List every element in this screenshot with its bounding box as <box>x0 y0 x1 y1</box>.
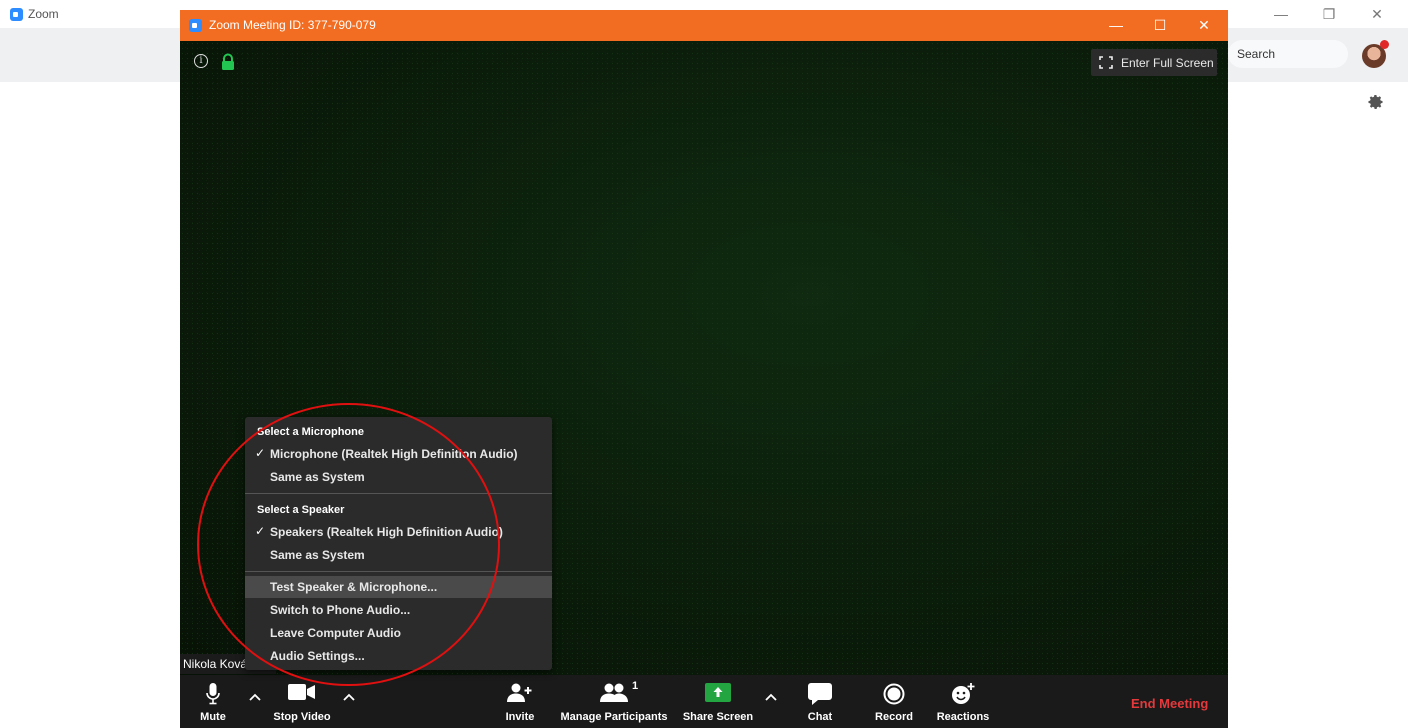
fullscreen-icon <box>1099 56 1113 69</box>
menu-item-speakers-realtek[interactable]: ✓ Speakers (Realtek High Definition Audi… <box>245 521 552 543</box>
menu-divider <box>245 571 552 572</box>
chat-label: Chat <box>807 711 833 723</box>
info-icon[interactable]: i <box>194 54 208 68</box>
menu-item-label: Audio Settings... <box>270 649 365 663</box>
zoom-app-icon <box>10 8 23 21</box>
stop-video-button[interactable]: Stop Video <box>265 675 339 728</box>
mute-button[interactable]: Mute <box>186 675 240 728</box>
meeting-titlebar: Zoom Meeting ID: 377-790-079 — ☐ ✕ <box>180 10 1228 41</box>
checkmark-icon: ✓ <box>255 524 266 538</box>
menu-item-label: Switch to Phone Audio... <box>270 603 411 617</box>
enter-full-screen-button[interactable]: Enter Full Screen <box>1091 49 1217 76</box>
manage-participants-button[interactable]: Manage Participants <box>556 675 672 728</box>
search-placeholder: Search <box>1237 47 1276 61</box>
meeting-maximize-button[interactable]: ☐ <box>1142 14 1178 36</box>
stop-video-label: Stop Video <box>273 711 331 723</box>
menu-item-audio-settings[interactable]: Audio Settings... <box>245 645 552 667</box>
menu-item-label: Test Speaker & Microphone... <box>270 580 438 594</box>
restore-button[interactable]: ❐ <box>1314 4 1344 24</box>
lock-icon[interactable] <box>220 53 236 71</box>
share-options-caret-icon[interactable] <box>763 689 779 705</box>
record-button[interactable]: Record <box>872 675 916 728</box>
end-meeting-button[interactable]: End Meeting <box>1131 696 1208 711</box>
close-button[interactable]: ✕ <box>1362 4 1392 24</box>
menu-item-switch-to-phone-audio[interactable]: Switch to Phone Audio... <box>245 599 552 621</box>
invite-button[interactable]: Invite <box>498 675 542 728</box>
zoom-app-icon <box>189 19 202 32</box>
record-label: Record <box>875 711 913 723</box>
menu-item-speaker-same-as-system[interactable]: Same as System <box>245 544 552 566</box>
enter-full-screen-label: Enter Full Screen <box>1121 56 1214 70</box>
minimize-button[interactable]: — <box>1266 4 1296 24</box>
microphone-section-header: Select a Microphone <box>257 426 364 438</box>
menu-item-leave-computer-audio[interactable]: Leave Computer Audio <box>245 622 552 644</box>
manage-participants-label: Manage Participants <box>560 711 668 723</box>
audio-options-menu: Select a Microphone ✓ Microphone (Realte… <box>245 417 552 670</box>
participants-icon <box>600 683 628 702</box>
menu-item-microphone-realtek[interactable]: ✓ Microphone (Realtek High Definition Au… <box>245 443 552 465</box>
microphone-icon <box>206 683 220 705</box>
record-icon <box>883 683 905 705</box>
menu-item-label: Microphone (Realtek High Definition Audi… <box>270 447 518 461</box>
menu-item-label: Leave Computer Audio <box>270 626 401 640</box>
reactions-button[interactable]: Reactions <box>934 675 992 728</box>
notification-dot <box>1380 40 1389 49</box>
add-user-icon <box>507 683 532 702</box>
smiley-add-icon <box>952 683 975 704</box>
mute-label: Mute <box>200 711 226 723</box>
meeting-window-title: Zoom Meeting ID: 377-790-079 <box>209 18 376 32</box>
menu-item-test-speaker-microphone[interactable]: Test Speaker & Microphone... <box>245 576 552 598</box>
menu-item-microphone-same-as-system[interactable]: Same as System <box>245 466 552 488</box>
meeting-minimize-button[interactable]: — <box>1098 14 1134 36</box>
speaker-section-header: Select a Speaker <box>257 504 345 516</box>
chat-icon <box>808 683 832 705</box>
share-screen-icon <box>705 683 731 702</box>
share-screen-label: Share Screen <box>682 711 754 723</box>
participant-count-badge: 1 <box>632 680 639 692</box>
invite-label: Invite <box>505 711 535 723</box>
background-window-title: Zoom <box>28 7 59 21</box>
chat-button[interactable]: Chat <box>798 675 842 728</box>
checkmark-icon: ✓ <box>255 446 266 460</box>
menu-divider <box>245 493 552 494</box>
audio-options-caret-icon[interactable] <box>247 689 263 705</box>
menu-item-label: Same as System <box>270 548 365 562</box>
menu-item-label: Speakers (Realtek High Definition Audio) <box>270 525 503 539</box>
video-camera-icon <box>288 684 315 700</box>
menu-item-label: Same as System <box>270 470 365 484</box>
share-screen-button[interactable]: Share Screen <box>680 675 756 728</box>
gear-icon[interactable] <box>1368 94 1384 110</box>
meeting-close-button[interactable]: ✕ <box>1186 14 1222 36</box>
reactions-label: Reactions <box>936 711 990 723</box>
video-options-caret-icon[interactable] <box>341 689 357 705</box>
meeting-toolbar: Mute Stop Video Invite Manage Participan… <box>180 675 1228 728</box>
